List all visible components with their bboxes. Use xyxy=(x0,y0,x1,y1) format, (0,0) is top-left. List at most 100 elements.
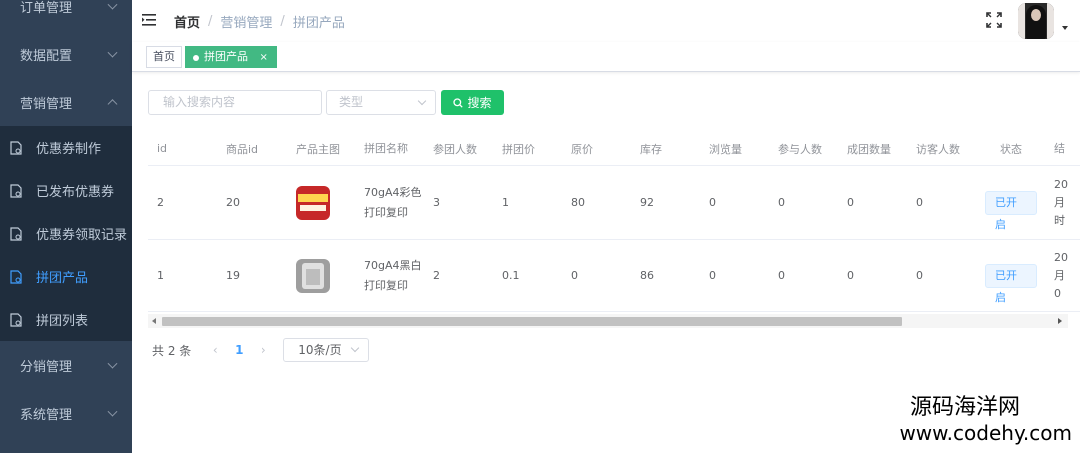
sidebar-item-label: 系统管理 xyxy=(20,407,73,423)
chevron-down-icon xyxy=(107,0,118,10)
breadcrumb-marketing: 营销管理 xyxy=(220,16,273,31)
column-header: 浏览量 xyxy=(709,142,742,156)
breadcrumb-current: 拼团产品 xyxy=(292,16,345,31)
cell-groups: 0 xyxy=(847,196,854,209)
cell-group-size: 2 xyxy=(433,269,440,282)
sidebar-item-label: 拼团产品 xyxy=(36,271,89,286)
column-header: id xyxy=(157,142,168,155)
sidebar-item-group-products[interactable]: 拼团产品 xyxy=(0,255,132,298)
table-row: 2 20 70gA4彩色打印复印 3 1 80 92 0 0 0 0 已开启 2… xyxy=(148,166,1080,240)
sidebar-item-orders[interactable]: 订单管理 xyxy=(0,0,132,30)
hamburger-icon[interactable] xyxy=(142,13,158,27)
type-select-placeholder: 类型 xyxy=(339,95,364,109)
sidebar-item-label: 优惠券制作 xyxy=(36,142,102,157)
sidebar-item-label: 数据配置 xyxy=(20,48,73,64)
caret-down-icon[interactable] xyxy=(1062,26,1068,30)
document-icon xyxy=(10,226,22,241)
active-dot-icon xyxy=(193,55,199,61)
sidebar-item-label: 拼团列表 xyxy=(36,314,89,329)
cell-group-price: 0.1 xyxy=(502,269,520,282)
sidebar-item-coupon-published[interactable]: 已发布优惠券 xyxy=(0,169,132,212)
sidebar-item-label: 营销管理 xyxy=(20,96,73,112)
cell-product-id: 20 xyxy=(226,196,240,209)
tag-home[interactable]: 首页 xyxy=(146,46,182,68)
column-header: 参与人数 xyxy=(778,142,822,156)
tag-label: 拼团产品 xyxy=(204,50,248,63)
chevron-down-icon xyxy=(107,406,118,417)
cell-product-id: 19 xyxy=(226,269,240,282)
product-table: id 商品id 产品主图 拼团名称 参团人数 拼团价 原价 库存 浏览量 参与人… xyxy=(148,132,1080,328)
cell-name: 70gA4黑白打印复印 xyxy=(364,258,422,292)
app: 订单管理 数据配置 营销管理 优惠券制作 已发布优惠券 优惠券领取记录 拼团产品… xyxy=(0,0,1080,453)
sidebar-item-system[interactable]: 系统管理 xyxy=(0,389,132,437)
watermark-name: 源码海洋网 xyxy=(909,395,1020,420)
cell-groups: 0 xyxy=(847,269,854,282)
sidebar-item-label: 订单管理 xyxy=(20,0,73,16)
cell-status: 已开启 xyxy=(985,166,1037,239)
cell-id: 2 xyxy=(157,196,164,209)
product-image[interactable] xyxy=(296,185,330,220)
document-icon xyxy=(10,312,22,327)
sidebar-item-label: 分销管理 xyxy=(20,359,73,375)
column-header: 原价 xyxy=(571,142,593,156)
cell-visitors: 0 xyxy=(916,196,923,209)
scroll-right-icon[interactable] xyxy=(1058,318,1062,324)
breadcrumb: 首页 / 营销管理 / 拼团产品 xyxy=(174,12,345,31)
pagination-total: 共 2 条 xyxy=(152,343,192,358)
fullscreen-icon[interactable] xyxy=(986,12,1002,28)
table-header: id 商品id 产品主图 拼团名称 参团人数 拼团价 原价 库存 浏览量 参与人… xyxy=(148,132,1080,166)
sidebar-item-label: 已发布优惠券 xyxy=(36,185,115,200)
page-size-select[interactable]: 10条/页 xyxy=(283,338,370,362)
scroll-left-icon[interactable] xyxy=(152,318,156,324)
sidebar-item-label: 优惠券领取记录 xyxy=(36,228,128,243)
avatar[interactable] xyxy=(1018,3,1054,39)
next-page-button[interactable]: › xyxy=(253,343,273,357)
watermark: 源码海洋网 www.codehy.com xyxy=(899,395,1072,445)
tag-group-products[interactable]: 拼团产品 × xyxy=(185,46,277,68)
page-number[interactable]: 1 xyxy=(225,343,253,357)
cell-stock: 92 xyxy=(640,196,654,209)
navbar: 首页 / 营销管理 / 拼团产品 xyxy=(132,0,1080,42)
cell-group-price: 1 xyxy=(502,196,509,209)
page-size-value: 10条/页 xyxy=(298,343,342,357)
breadcrumb-separator: / xyxy=(208,14,213,29)
search-input[interactable]: 输入搜索内容 xyxy=(148,90,322,115)
cell-group-size: 3 xyxy=(433,196,440,209)
search-icon xyxy=(453,97,464,108)
sidebar-item-data-config[interactable]: 数据配置 xyxy=(0,30,132,78)
marketing-submenu: 优惠券制作 已发布优惠券 优惠券领取记录 拼团产品 拼团列表 xyxy=(0,126,132,341)
horizontal-scrollbar[interactable] xyxy=(148,314,1068,328)
chevron-down-icon xyxy=(107,47,118,58)
column-header: 状态 xyxy=(1000,142,1022,156)
document-icon xyxy=(10,183,22,198)
type-select[interactable]: 类型 xyxy=(326,90,436,115)
sidebar-item-coupon-create[interactable]: 优惠券制作 xyxy=(0,126,132,169)
pagination: 共 2 条 ‹ 1 › 10条/页 xyxy=(152,338,370,362)
sidebar-item-coupon-records[interactable]: 优惠券领取记录 xyxy=(0,212,132,255)
search-button[interactable]: 搜索 xyxy=(441,90,504,115)
column-header: 商品id xyxy=(226,142,259,156)
close-icon[interactable]: × xyxy=(260,52,268,63)
column-header: 成团数量 xyxy=(847,142,891,156)
scrollbar-thumb[interactable] xyxy=(162,317,902,326)
column-header: 产品主图 xyxy=(296,142,340,156)
watermark-url: www.codehy.com xyxy=(899,421,1072,445)
document-icon xyxy=(10,269,22,284)
product-image[interactable] xyxy=(296,258,330,293)
cell-image xyxy=(296,240,330,311)
sidebar-item-marketing[interactable]: 营销管理 xyxy=(0,78,132,126)
sidebar-item-distribution[interactable]: 分销管理 xyxy=(0,341,132,389)
prev-page-button[interactable]: ‹ xyxy=(205,343,225,357)
cell-participants: 0 xyxy=(778,196,785,209)
breadcrumb-home[interactable]: 首页 xyxy=(174,12,200,31)
cell-views: 0 xyxy=(709,269,716,282)
chevron-down-icon xyxy=(351,343,360,353)
cell-visitors: 0 xyxy=(916,269,923,282)
cell-original-price: 80 xyxy=(571,196,585,209)
document-icon xyxy=(10,140,22,155)
cell-original-price: 0 xyxy=(571,269,578,282)
cell-views: 0 xyxy=(709,196,716,209)
status-badge: 已开启 xyxy=(985,263,1037,304)
cell-id: 1 xyxy=(157,269,164,282)
sidebar-item-group-list[interactable]: 拼团列表 xyxy=(0,298,132,341)
